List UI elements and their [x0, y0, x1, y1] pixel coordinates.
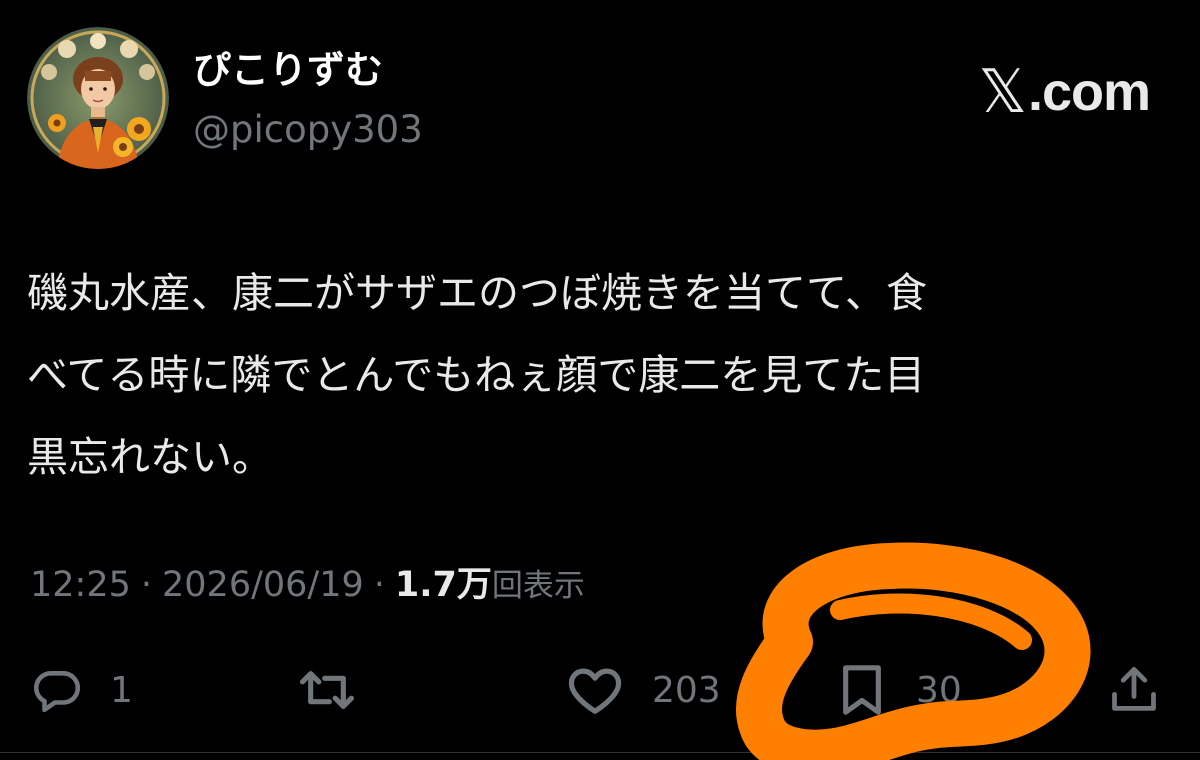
- retweet-icon: [299, 671, 355, 709]
- avatar-illustration: [27, 27, 169, 169]
- reply-count: 1: [110, 669, 133, 711]
- meta-separator: ·: [140, 565, 153, 605]
- bookmark-count: 30: [916, 669, 962, 711]
- x-com-logo: 𝕏 .com: [978, 58, 1151, 125]
- retweet-button[interactable]: [296, 662, 386, 718]
- heart-icon: [568, 668, 622, 714]
- share-button[interactable]: [1108, 662, 1160, 718]
- reply-button[interactable]: 1: [32, 662, 133, 718]
- share-icon: [1112, 667, 1156, 711]
- views-count: 1.7万: [394, 565, 492, 605]
- author-handle[interactable]: @picopy303: [193, 108, 423, 152]
- tweet-meta: 12:25 · 2026/06/19 · 1.7万回表示: [30, 563, 585, 608]
- tweet-date[interactable]: 2026/06/19: [162, 565, 364, 605]
- author-display-name[interactable]: ぴこりずむ: [193, 48, 383, 92]
- bookmark-icon: [843, 665, 881, 715]
- bottom-divider: [0, 752, 1200, 753]
- author-avatar[interactable]: [27, 27, 169, 169]
- tweet-time[interactable]: 12:25: [30, 565, 131, 605]
- like-button[interactable]: 203: [566, 662, 721, 718]
- bookmark-button[interactable]: 30: [836, 662, 962, 718]
- reply-icon: [34, 671, 81, 713]
- like-count: 203: [652, 669, 721, 711]
- views-label: 回表示: [491, 568, 585, 604]
- meta-separator-2: ·: [373, 565, 385, 605]
- tweet-text: 磯丸水産、康二がサザエのつぼ焼きを当てて、食 べてる時に隣でとんでもねぇ顔で康二…: [27, 269, 927, 481]
- x-logo-icon: 𝕏: [978, 58, 1027, 125]
- brand-suffix: .com: [1027, 62, 1151, 122]
- tweet-action-bar: 1 203 30: [0, 650, 1200, 730]
